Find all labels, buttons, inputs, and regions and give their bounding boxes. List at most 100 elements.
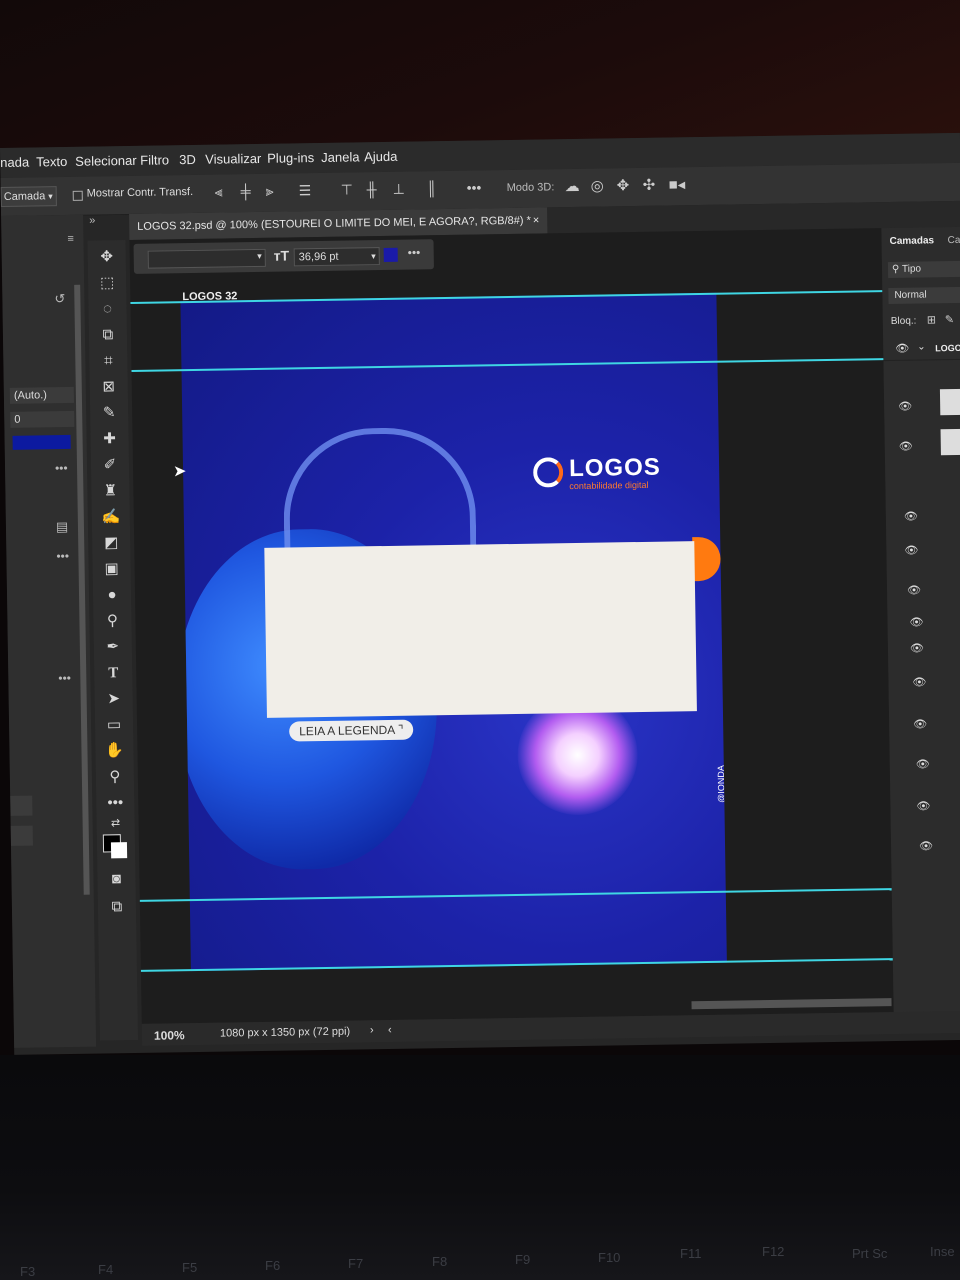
channels-tab[interactable]: Ca xyxy=(947,235,960,246)
layers-tab[interactable]: Camadas xyxy=(889,235,934,247)
menu-ajuda[interactable]: Ajuda xyxy=(364,149,397,165)
eye-icon[interactable]: 👁 xyxy=(907,584,921,597)
list-icon[interactable]: ▤ xyxy=(56,519,69,535)
blend-mode-select[interactable]: Normal xyxy=(888,286,960,305)
screen-mode-icon[interactable]: ⧉ xyxy=(104,896,130,918)
menu-selecionar[interactable]: Selecionar xyxy=(75,153,137,169)
roll-3d-icon[interactable]: ◎ xyxy=(591,177,604,195)
leading-field[interactable]: (Auto.) xyxy=(9,386,75,404)
panel-scrollbar[interactable] xyxy=(74,284,90,895)
layer-filter-field[interactable]: ⚲ Tipo xyxy=(887,260,960,279)
menu-visualizar[interactable]: Visualizar xyxy=(205,151,261,167)
tracking-field[interactable]: 0 xyxy=(10,410,75,428)
eye-icon[interactable]: 👁 xyxy=(919,839,933,852)
align-center-h-icon[interactable]: ╪ xyxy=(241,183,251,199)
close-icon[interactable]: × xyxy=(533,208,540,234)
menu-plugins[interactable]: Plug-ins xyxy=(267,150,314,166)
lasso-tool-icon[interactable]: ◌ xyxy=(94,298,120,320)
menu-3d[interactable]: 3D xyxy=(179,152,196,167)
lock-brush-icon[interactable]: ✎ xyxy=(945,313,954,326)
transform-checkbox[interactable] xyxy=(72,190,83,201)
more-options-icon-3[interactable]: ••• xyxy=(58,671,71,685)
stamp-tool-icon[interactable]: ♜ xyxy=(97,480,123,502)
path-select-tool-icon[interactable]: ➤ xyxy=(101,688,127,710)
eye-icon[interactable]: 👁 xyxy=(899,440,913,453)
brush-tool-icon[interactable]: ✐ xyxy=(97,454,123,476)
collapse-arrows-icon[interactable]: » xyxy=(89,215,95,227)
menu-filtro[interactable]: Filtro xyxy=(140,152,169,167)
swap-colors-icon[interactable]: ⇄ xyxy=(102,812,128,834)
logo-tagline: contabilidade digital xyxy=(569,479,649,492)
text-color-swatch[interactable] xyxy=(383,247,398,262)
more-options-icon[interactable]: ••• xyxy=(408,245,421,259)
align-right-icon[interactable]: ⫸ xyxy=(266,183,274,200)
field-a[interactable] xyxy=(10,795,33,816)
eye-icon[interactable]: 👁 xyxy=(913,718,927,731)
align-bottom-icon[interactable]: ⊥ xyxy=(393,181,405,198)
eraser-tool-icon[interactable]: ◩ xyxy=(98,532,124,554)
crop-tool-icon[interactable]: ⌗ xyxy=(95,350,121,372)
type-tool-icon[interactable]: T xyxy=(100,662,126,684)
eye-icon[interactable]: 👁 xyxy=(916,757,930,770)
eye-icon[interactable]: 👁 xyxy=(895,342,909,355)
pen-tool-icon[interactable]: ✒ xyxy=(100,636,126,658)
hand-tool-icon[interactable]: ✋ xyxy=(101,740,127,762)
menu-janela[interactable]: Janela xyxy=(321,149,360,165)
eye-icon[interactable]: 👁 xyxy=(910,642,924,655)
orbit-3d-icon[interactable]: ☁ xyxy=(565,177,580,195)
artboard[interactable]: LOGOS contabilidade digital LEIA A LEGEN… xyxy=(180,292,727,972)
pan-3d-icon[interactable]: ✥ xyxy=(617,176,630,194)
font-family-select[interactable]: ▾ xyxy=(147,248,266,269)
align-left-icon[interactable]: ⫷ xyxy=(215,184,223,201)
eye-icon[interactable]: 👁 xyxy=(916,799,930,812)
eye-icon[interactable]: 👁 xyxy=(898,400,912,413)
zoom-tool-icon[interactable]: ⚲ xyxy=(102,766,128,788)
read-caption-label: LEIA A LEGENDA xyxy=(299,722,395,739)
more-tools-icon[interactable]: ••• xyxy=(102,792,128,814)
status-prev-icon[interactable]: ‹ xyxy=(388,1024,392,1036)
background-color[interactable] xyxy=(110,842,128,859)
layer-select-dropdown[interactable]: Camada ▾ xyxy=(0,186,57,207)
more-options-icon-2[interactable]: ••• xyxy=(56,549,69,563)
healing-tool-icon[interactable]: ✚ xyxy=(96,428,122,450)
color-swatch[interactable] xyxy=(12,434,71,450)
expand-chevron-icon[interactable]: ⌄ xyxy=(917,341,926,352)
eye-icon[interactable]: 👁 xyxy=(904,544,918,557)
eye-icon[interactable]: 👁 xyxy=(912,676,926,689)
field-b[interactable] xyxy=(10,825,33,846)
canvas-workspace[interactable]: ▾ ᴛT 36,96 pt ▾ ••• LOGOS 32 LOGOS conta… xyxy=(129,228,894,1024)
gradient-tool-icon[interactable]: ▣ xyxy=(98,558,124,580)
blur-tool-icon[interactable]: ● xyxy=(99,584,125,606)
distribute-icon[interactable]: ☰ xyxy=(299,182,312,199)
slide-3d-icon[interactable]: ✣ xyxy=(643,176,656,194)
menu-texto[interactable]: Texto xyxy=(36,154,67,169)
font-size-field[interactable]: 36,96 pt ▾ xyxy=(293,247,380,267)
history-brush-tool-icon[interactable]: ✍ xyxy=(98,506,124,528)
horizontal-scrollbar[interactable] xyxy=(691,998,892,1010)
more-options-icon[interactable]: ••• xyxy=(55,461,68,475)
quick-mask-icon[interactable]: ◙ xyxy=(103,868,129,890)
status-next-icon[interactable]: › xyxy=(370,1024,374,1036)
menu-camada[interactable]: nada xyxy=(0,155,29,170)
layer-row-top[interactable]: 👁 ⌄ LOGO xyxy=(883,338,960,362)
eye-icon[interactable]: 👁 xyxy=(909,616,923,629)
distribute-v-icon[interactable]: ║ xyxy=(427,180,437,196)
align-top-icon[interactable]: ⊤ xyxy=(341,181,353,198)
lock-pixels-icon[interactable]: ⊞ xyxy=(927,313,936,326)
rectangle-tool-icon[interactable]: ▭ xyxy=(101,714,127,736)
reset-icon[interactable]: ↺ xyxy=(54,291,65,307)
dodge-tool-icon[interactable]: ⚲ xyxy=(99,610,125,632)
frame-tool-icon[interactable]: ⊠ xyxy=(96,376,122,398)
key-f8: F8 xyxy=(432,1254,448,1269)
object-select-tool-icon[interactable]: ⧉ xyxy=(95,324,121,346)
eye-icon[interactable]: 👁 xyxy=(904,510,918,523)
move-tool-icon[interactable]: ✥ xyxy=(94,246,120,268)
zoom-level[interactable]: 100% xyxy=(154,1028,185,1042)
marquee-tool-icon[interactable]: ⬚ xyxy=(94,272,120,294)
panel-menu-icon[interactable]: ≡ xyxy=(67,233,74,245)
text-placeholder-box[interactable] xyxy=(264,541,697,718)
camera-3d-icon[interactable]: ■◂ xyxy=(669,175,686,193)
align-middle-v-icon[interactable]: ╫ xyxy=(367,181,377,197)
more-options-icon[interactable]: ••• xyxy=(467,179,482,195)
eyedropper-tool-icon[interactable]: ✎ xyxy=(96,402,122,424)
